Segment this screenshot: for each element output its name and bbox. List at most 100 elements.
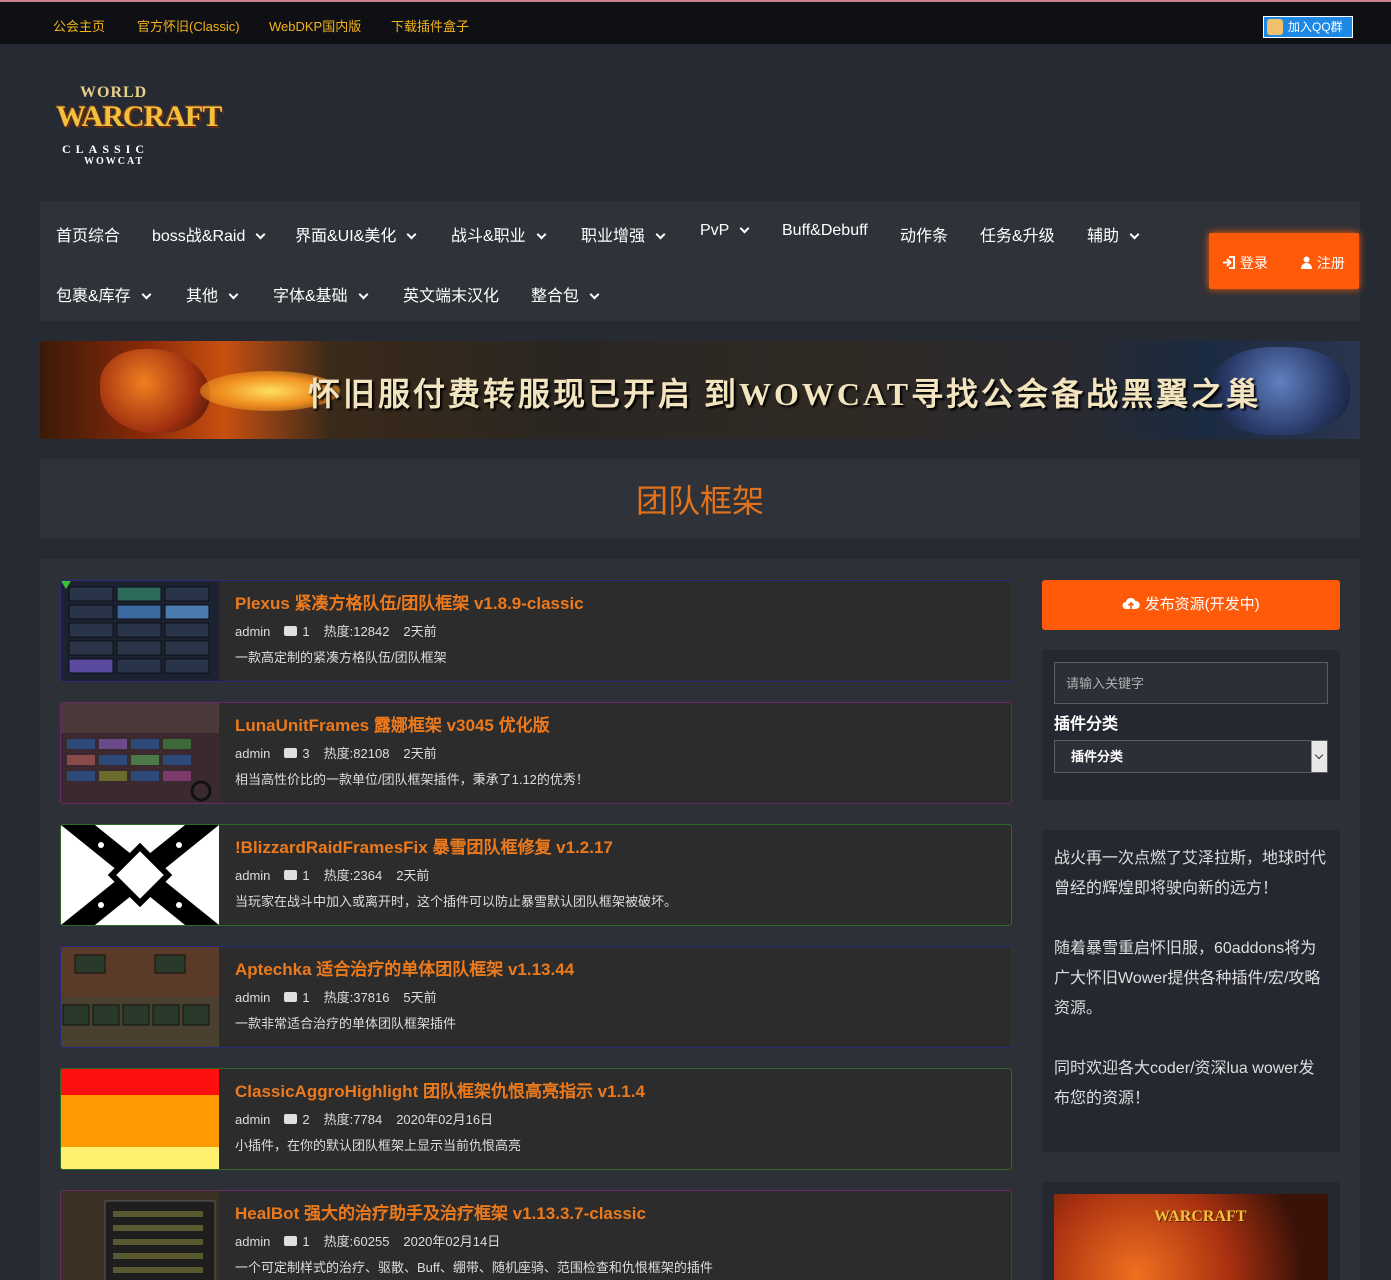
post-author[interactable]: admin: [235, 1234, 270, 1249]
intro-paragraph: 随着暴雪重启怀旧服，60addons将为广大怀旧Wower提供各种插件/宏/攻略…: [1054, 940, 1321, 1017]
intro-widget: 战火再一次点燃了艾泽拉斯，地球时代曾经的辉煌即将驶向新的远方！ 随着暴雪重启怀旧…: [1042, 830, 1340, 1152]
nav-item-pvp[interactable]: PvP: [700, 222, 750, 240]
register-button[interactable]: 注册: [1300, 253, 1345, 273]
nav-item-other[interactable]: 其他: [186, 282, 239, 306]
nav-item-label: 其他: [186, 288, 219, 305]
publish-resource-button[interactable]: 发布资源(开发中): [1042, 580, 1340, 630]
post-description: 小插件，在你的默认团队框架上显示当前仇恨高亮: [235, 1138, 522, 1153]
post-heat: 热度:12842: [323, 624, 390, 639]
webdkp-link[interactable]: WebDKP国内版: [269, 16, 361, 35]
chevron-down-icon: [1129, 229, 1140, 240]
post-thumbnail[interactable]: [61, 581, 219, 681]
post-title[interactable]: LunaUnitFrames 露娜框架 v3045 优化版: [235, 711, 550, 736]
category-select[interactable]: 插件分类: [1054, 740, 1328, 773]
post-thumbnail[interactable]: [61, 1069, 219, 1169]
post-thumbnail[interactable]: [61, 703, 219, 803]
official-classic-link[interactable]: 官方怀旧(Classic): [137, 16, 240, 35]
top-bar: 公会主页 官方怀旧(Classic) WebDKP国内版 下载插件盒子 加入QQ…: [0, 0, 1391, 44]
post-title[interactable]: Plexus 紧凑方格队伍/团队框架 v1.8.9-classic: [235, 589, 584, 614]
post-author[interactable]: admin: [235, 990, 270, 1005]
post-comments: 1: [284, 624, 310, 639]
nav-item-class-enhance[interactable]: 职业增强: [581, 222, 666, 246]
post-thumbnail[interactable]: [61, 1191, 219, 1280]
post-meta: admin 1 热度:2364 2天前: [235, 865, 443, 884]
site-logo[interactable]: WORLD WARCRAFT CLASSIC WOWCAT: [40, 78, 222, 174]
comment-count: 1: [302, 868, 310, 883]
post-card[interactable]: ClassicAggroHighlight 团队框架仇恨高亮指示 v1.1.4 …: [60, 1068, 1012, 1170]
post-card[interactable]: LunaUnitFrames 露娜框架 v3045 优化版 admin 3 热度:8…: [60, 702, 1012, 804]
post-card[interactable]: Aptechka 适合治疗的单体团队框架 v1.13.44 admin 1 热度:3…: [60, 946, 1012, 1048]
thumbnail-healbot: [61, 1191, 219, 1280]
post-title[interactable]: HealBot 强大的治疗助手及治疗框架 v1.13.3.7-classic: [235, 1199, 646, 1224]
post-comments: 2: [284, 1112, 310, 1127]
chevron-down-icon: [655, 229, 666, 240]
search-widget: 插件分类 插件分类: [1042, 650, 1340, 800]
nav-item-fonts[interactable]: 字体&基础: [273, 282, 369, 306]
post-author[interactable]: admin: [235, 746, 270, 761]
post-meta: admin 2 热度:7784 2020年02月16日: [235, 1109, 507, 1128]
nav-item-ui[interactable]: 界面&UI&美化: [295, 222, 417, 246]
thumbnail-aggro-colors: [61, 1069, 219, 1169]
nav-item-assist[interactable]: 辅助: [1087, 222, 1140, 246]
nav-item-home[interactable]: 首页综合: [56, 222, 120, 246]
banner-dragon-art: [100, 349, 210, 433]
chevron-down-icon: [358, 289, 369, 300]
nav-item-localization[interactable]: 英文端末汉化: [403, 282, 499, 306]
comment-icon: [284, 748, 298, 758]
logo-line-wowcat: WOWCAT: [84, 156, 145, 167]
post-card[interactable]: !BlizzardRaidFramesFix 暴雪团队框修复 v1.2.17 a…: [60, 824, 1012, 926]
post-card[interactable]: HealBot 强大的治疗助手及治疗框架 v1.13.3.7-classic a…: [60, 1190, 1012, 1280]
nav-item-quest-leveling[interactable]: 任务&升级: [980, 222, 1055, 246]
post-author[interactable]: admin: [235, 1112, 270, 1127]
page-title: 团队框架: [635, 483, 764, 519]
nav-item-label: 界面&UI&美化: [295, 228, 397, 245]
nav-item-bags[interactable]: 包裹&库存: [56, 282, 152, 306]
post-title[interactable]: Aptechka 适合治疗的单体团队框架 v1.13.44: [235, 955, 574, 980]
join-qq-group-button[interactable]: 加入QQ群: [1263, 16, 1353, 38]
category-label: 插件分类: [1054, 716, 1119, 733]
chevron-down-icon: [1311, 741, 1327, 772]
search-input[interactable]: [1054, 662, 1328, 704]
thumbnail-luna-frames: [61, 703, 219, 803]
promo-image-widget: WARCRAFT: [1042, 1182, 1340, 1280]
comment-icon: [284, 870, 298, 880]
download-addon-box-link[interactable]: 下载插件盒子: [391, 16, 469, 35]
promo-banner[interactable]: 怀旧服付费转服现已开启 到WOWCAT寻找公会备战黑翼之巢: [40, 341, 1360, 439]
post-time: 2天前: [403, 624, 437, 639]
post-heat: 热度:7784: [323, 1112, 383, 1127]
post-comments: 1: [284, 1234, 310, 1249]
comment-icon: [284, 1236, 298, 1246]
comment-count: 1: [302, 990, 310, 1005]
post-thumbnail[interactable]: [61, 947, 219, 1047]
post-title[interactable]: !BlizzardRaidFramesFix 暴雪团队框修复 v1.2.17: [235, 833, 613, 858]
nav-item-boss-raid[interactable]: boss战&Raid: [152, 222, 266, 246]
qq-group-icon: [1267, 19, 1283, 35]
nav-item-combat-class[interactable]: 战斗&职业: [451, 222, 547, 246]
post-time: 2020年02月16日: [396, 1112, 494, 1127]
nav-item-bundle[interactable]: 整合包: [531, 282, 600, 306]
guild-home-link[interactable]: 公会主页: [53, 16, 105, 35]
intro-paragraph: 战火再一次点燃了艾泽拉斯，地球时代曾经的辉煌即将驶向新的远方！: [1054, 850, 1327, 897]
post-author[interactable]: admin: [235, 868, 270, 883]
post-description: 当玩家在战斗中加入或离开时，这个插件可以防止暴雪默认团队框架被破坏。: [235, 894, 678, 909]
join-qq-label: 加入QQ群: [1288, 20, 1343, 34]
post-meta: admin 1 热度:12842 2天前: [235, 621, 451, 640]
post-thumbnail[interactable]: [61, 825, 219, 925]
comment-icon: [284, 1114, 298, 1124]
nav-item-label: 英文端末汉化: [403, 288, 500, 305]
chevron-down-icon: [255, 229, 266, 240]
post-time: 2天前: [396, 868, 430, 883]
post-time: 5天前: [403, 990, 437, 1005]
post-meta: admin 3 热度:82108 2天前: [235, 743, 451, 762]
nav-item-label: 任务&升级: [980, 228, 1055, 245]
login-label: 登录: [1239, 255, 1268, 271]
login-button[interactable]: 登录: [1222, 253, 1268, 273]
nav-item-label: 字体&基础: [273, 288, 348, 305]
post-card[interactable]: Plexus 紧凑方格队伍/团队框架 v1.8.9-classic admin 1…: [60, 580, 1012, 682]
nav-item-action-bar[interactable]: 动作条: [900, 222, 948, 246]
post-author[interactable]: admin: [235, 624, 270, 639]
nav-item-buff-debuff[interactable]: Buff&Debuff: [782, 222, 868, 240]
post-title[interactable]: ClassicAggroHighlight 团队框架仇恨高亮指示 v1.1.4: [235, 1077, 645, 1102]
wow-promo-image[interactable]: WARCRAFT: [1054, 1194, 1328, 1280]
chevron-down-icon: [739, 223, 750, 234]
